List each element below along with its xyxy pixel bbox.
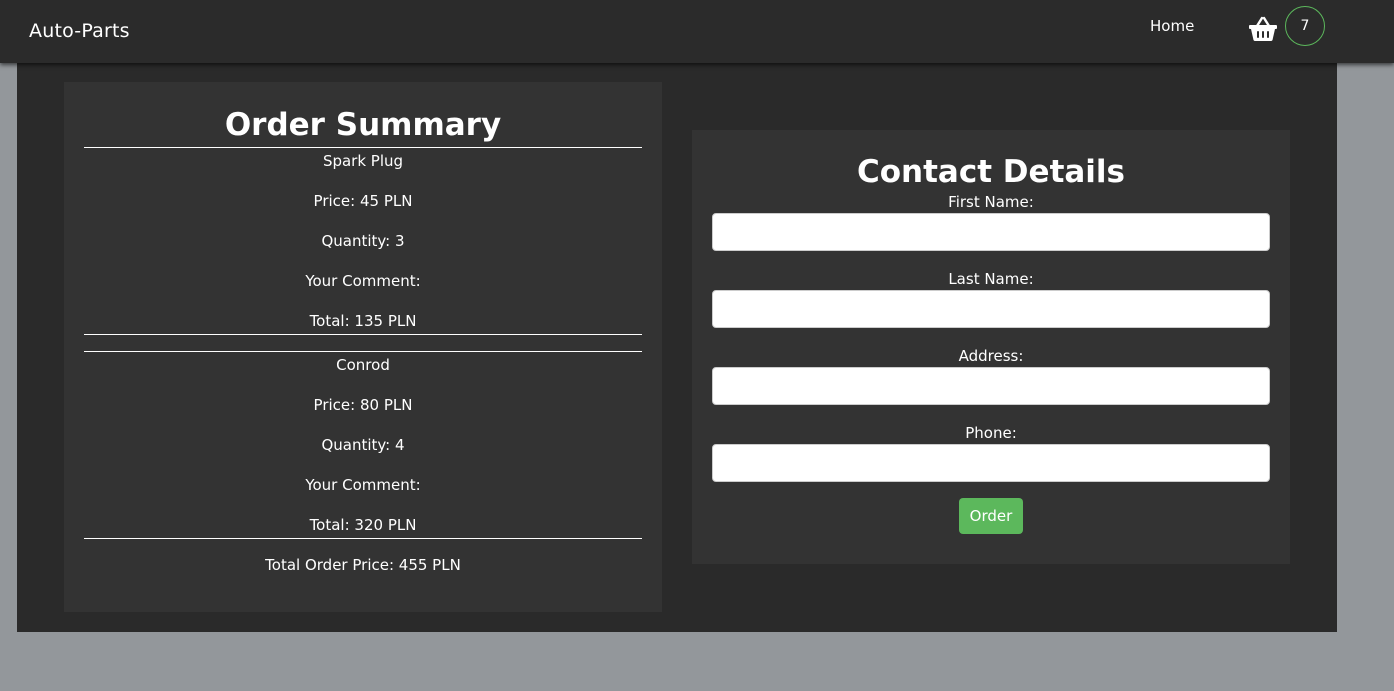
order-item: Spark Plug Price: 45 PLN Quantity: 3 You…	[84, 147, 642, 335]
address-input[interactable]	[712, 367, 1270, 405]
order-item: Conrod Price: 80 PLN Quantity: 4 Your Co…	[84, 351, 642, 539]
order-item-price: Price: 45 PLN	[313, 192, 413, 210]
total-order-price: Total Order Price: 455 PLN	[265, 556, 461, 574]
contact-details-title: Contact Details	[856, 154, 1126, 190]
order-item-price: Price: 80 PLN	[313, 396, 413, 414]
phone-label: Phone:	[965, 424, 1017, 442]
order-item-quantity: Quantity: 3	[321, 232, 405, 250]
basket-icon[interactable]	[1248, 16, 1278, 42]
contact-details-panel: Contact Details First Name: Last Name: A…	[692, 130, 1290, 564]
first-name-label: First Name:	[948, 193, 1034, 211]
phone-input[interactable]	[712, 444, 1270, 482]
order-item-name: Conrod	[336, 356, 390, 374]
first-name-field: First Name:	[712, 192, 1270, 251]
order-submit-button[interactable]: Order	[959, 498, 1023, 534]
address-label: Address:	[958, 347, 1024, 365]
last-name-label: Last Name:	[948, 270, 1034, 288]
last-name-field: Last Name:	[712, 269, 1270, 328]
order-item-total: Total: 320 PLN	[309, 516, 417, 534]
navbar: Auto-Parts Home 7	[0, 0, 1394, 63]
cart-count-badge[interactable]: 7	[1285, 6, 1325, 46]
order-item-name: Spark Plug	[322, 152, 404, 170]
address-field: Address:	[712, 346, 1270, 405]
phone-field: Phone:	[712, 423, 1270, 482]
order-item-comment: Your Comment:	[305, 476, 421, 494]
order-item-quantity: Quantity: 4	[321, 436, 405, 454]
order-summary-panel: Order Summary Spark Plug Price: 45 PLN Q…	[64, 82, 662, 612]
main-content: Order Summary Spark Plug Price: 45 PLN Q…	[17, 63, 1337, 632]
last-name-input[interactable]	[712, 290, 1270, 328]
brand-logo[interactable]: Auto-Parts	[29, 20, 130, 42]
nav-home-link[interactable]: Home	[1150, 17, 1194, 35]
first-name-input[interactable]	[712, 213, 1270, 251]
order-summary-title: Order Summary	[224, 107, 502, 143]
order-item-total: Total: 135 PLN	[309, 312, 417, 330]
order-item-comment: Your Comment:	[305, 272, 421, 290]
